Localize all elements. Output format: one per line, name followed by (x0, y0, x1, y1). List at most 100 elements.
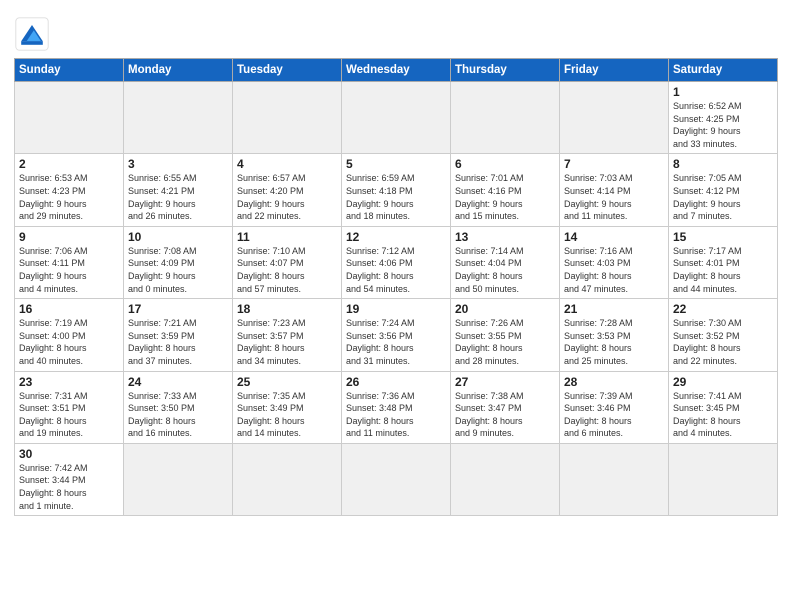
calendar-cell (124, 443, 233, 515)
day-number: 9 (19, 230, 119, 244)
calendar-cell: 7Sunrise: 7:03 AMSunset: 4:14 PMDaylight… (560, 154, 669, 226)
day-info: Sunrise: 7:08 AMSunset: 4:09 PMDaylight:… (128, 245, 228, 295)
calendar-cell: 8Sunrise: 7:05 AMSunset: 4:12 PMDaylight… (669, 154, 778, 226)
calendar-cell: 10Sunrise: 7:08 AMSunset: 4:09 PMDayligh… (124, 226, 233, 298)
calendar-week-5: 30Sunrise: 7:42 AMSunset: 3:44 PMDayligh… (15, 443, 778, 515)
day-number: 25 (237, 375, 337, 389)
day-info: Sunrise: 7:17 AMSunset: 4:01 PMDaylight:… (673, 245, 773, 295)
calendar-cell: 11Sunrise: 7:10 AMSunset: 4:07 PMDayligh… (233, 226, 342, 298)
day-number: 26 (346, 375, 446, 389)
calendar-cell: 13Sunrise: 7:14 AMSunset: 4:04 PMDayligh… (451, 226, 560, 298)
day-number: 27 (455, 375, 555, 389)
calendar-cell: 20Sunrise: 7:26 AMSunset: 3:55 PMDayligh… (451, 299, 560, 371)
day-info: Sunrise: 7:03 AMSunset: 4:14 PMDaylight:… (564, 172, 664, 222)
day-info: Sunrise: 7:12 AMSunset: 4:06 PMDaylight:… (346, 245, 446, 295)
day-info: Sunrise: 6:53 AMSunset: 4:23 PMDaylight:… (19, 172, 119, 222)
calendar-cell: 23Sunrise: 7:31 AMSunset: 3:51 PMDayligh… (15, 371, 124, 443)
weekday-header-wednesday: Wednesday (342, 59, 451, 82)
weekday-header-sunday: Sunday (15, 59, 124, 82)
day-info: Sunrise: 7:24 AMSunset: 3:56 PMDaylight:… (346, 317, 446, 367)
calendar-week-2: 9Sunrise: 7:06 AMSunset: 4:11 PMDaylight… (15, 226, 778, 298)
day-info: Sunrise: 7:42 AMSunset: 3:44 PMDaylight:… (19, 462, 119, 512)
day-number: 5 (346, 157, 446, 171)
calendar-cell: 1Sunrise: 6:52 AMSunset: 4:25 PMDaylight… (669, 82, 778, 154)
calendar-week-0: 1Sunrise: 6:52 AMSunset: 4:25 PMDaylight… (15, 82, 778, 154)
day-number: 12 (346, 230, 446, 244)
day-number: 1 (673, 85, 773, 99)
day-info: Sunrise: 7:16 AMSunset: 4:03 PMDaylight:… (564, 245, 664, 295)
day-number: 24 (128, 375, 228, 389)
calendar-cell (233, 443, 342, 515)
day-number: 2 (19, 157, 119, 171)
calendar-cell: 30Sunrise: 7:42 AMSunset: 3:44 PMDayligh… (15, 443, 124, 515)
day-number: 30 (19, 447, 119, 461)
calendar-cell: 3Sunrise: 6:55 AMSunset: 4:21 PMDaylight… (124, 154, 233, 226)
day-number: 15 (673, 230, 773, 244)
day-info: Sunrise: 7:26 AMSunset: 3:55 PMDaylight:… (455, 317, 555, 367)
calendar-body: 1Sunrise: 6:52 AMSunset: 4:25 PMDaylight… (15, 82, 778, 516)
day-info: Sunrise: 7:05 AMSunset: 4:12 PMDaylight:… (673, 172, 773, 222)
calendar-cell (669, 443, 778, 515)
calendar-cell: 12Sunrise: 7:12 AMSunset: 4:06 PMDayligh… (342, 226, 451, 298)
calendar-cell: 25Sunrise: 7:35 AMSunset: 3:49 PMDayligh… (233, 371, 342, 443)
day-number: 16 (19, 302, 119, 316)
day-info: Sunrise: 6:59 AMSunset: 4:18 PMDaylight:… (346, 172, 446, 222)
page: SundayMondayTuesdayWednesdayThursdayFrid… (0, 0, 792, 612)
calendar-cell (15, 82, 124, 154)
calendar-cell (560, 82, 669, 154)
calendar-cell: 15Sunrise: 7:17 AMSunset: 4:01 PMDayligh… (669, 226, 778, 298)
calendar-cell: 6Sunrise: 7:01 AMSunset: 4:16 PMDaylight… (451, 154, 560, 226)
calendar-cell: 26Sunrise: 7:36 AMSunset: 3:48 PMDayligh… (342, 371, 451, 443)
day-number: 28 (564, 375, 664, 389)
weekday-header-saturday: Saturday (669, 59, 778, 82)
calendar-cell: 21Sunrise: 7:28 AMSunset: 3:53 PMDayligh… (560, 299, 669, 371)
logo (14, 16, 54, 52)
day-info: Sunrise: 7:31 AMSunset: 3:51 PMDaylight:… (19, 390, 119, 440)
day-number: 21 (564, 302, 664, 316)
calendar-cell: 22Sunrise: 7:30 AMSunset: 3:52 PMDayligh… (669, 299, 778, 371)
calendar-cell: 5Sunrise: 6:59 AMSunset: 4:18 PMDaylight… (342, 154, 451, 226)
day-number: 17 (128, 302, 228, 316)
calendar-cell: 28Sunrise: 7:39 AMSunset: 3:46 PMDayligh… (560, 371, 669, 443)
day-info: Sunrise: 7:19 AMSunset: 4:00 PMDaylight:… (19, 317, 119, 367)
calendar-cell: 17Sunrise: 7:21 AMSunset: 3:59 PMDayligh… (124, 299, 233, 371)
day-info: Sunrise: 7:38 AMSunset: 3:47 PMDaylight:… (455, 390, 555, 440)
day-info: Sunrise: 7:41 AMSunset: 3:45 PMDaylight:… (673, 390, 773, 440)
day-info: Sunrise: 6:57 AMSunset: 4:20 PMDaylight:… (237, 172, 337, 222)
day-info: Sunrise: 7:39 AMSunset: 3:46 PMDaylight:… (564, 390, 664, 440)
weekday-header-thursday: Thursday (451, 59, 560, 82)
calendar-cell: 24Sunrise: 7:33 AMSunset: 3:50 PMDayligh… (124, 371, 233, 443)
day-number: 19 (346, 302, 446, 316)
calendar-cell (451, 82, 560, 154)
weekday-header-monday: Monday (124, 59, 233, 82)
day-info: Sunrise: 7:30 AMSunset: 3:52 PMDaylight:… (673, 317, 773, 367)
day-number: 3 (128, 157, 228, 171)
day-info: Sunrise: 7:21 AMSunset: 3:59 PMDaylight:… (128, 317, 228, 367)
day-number: 14 (564, 230, 664, 244)
day-info: Sunrise: 7:33 AMSunset: 3:50 PMDaylight:… (128, 390, 228, 440)
day-info: Sunrise: 7:36 AMSunset: 3:48 PMDaylight:… (346, 390, 446, 440)
calendar-cell (342, 82, 451, 154)
weekday-header-row: SundayMondayTuesdayWednesdayThursdayFrid… (15, 59, 778, 82)
weekday-header-friday: Friday (560, 59, 669, 82)
calendar-cell: 29Sunrise: 7:41 AMSunset: 3:45 PMDayligh… (669, 371, 778, 443)
day-info: Sunrise: 6:55 AMSunset: 4:21 PMDaylight:… (128, 172, 228, 222)
day-number: 11 (237, 230, 337, 244)
calendar-cell (560, 443, 669, 515)
day-number: 8 (673, 157, 773, 171)
header (14, 10, 778, 52)
day-number: 7 (564, 157, 664, 171)
day-number: 6 (455, 157, 555, 171)
logo-icon (14, 16, 50, 52)
calendar-cell: 2Sunrise: 6:53 AMSunset: 4:23 PMDaylight… (15, 154, 124, 226)
calendar-week-4: 23Sunrise: 7:31 AMSunset: 3:51 PMDayligh… (15, 371, 778, 443)
calendar-cell: 19Sunrise: 7:24 AMSunset: 3:56 PMDayligh… (342, 299, 451, 371)
calendar-cell: 4Sunrise: 6:57 AMSunset: 4:20 PMDaylight… (233, 154, 342, 226)
calendar-cell (451, 443, 560, 515)
weekday-header-tuesday: Tuesday (233, 59, 342, 82)
calendar-week-3: 16Sunrise: 7:19 AMSunset: 4:00 PMDayligh… (15, 299, 778, 371)
calendar-cell (124, 82, 233, 154)
calendar-week-1: 2Sunrise: 6:53 AMSunset: 4:23 PMDaylight… (15, 154, 778, 226)
calendar-cell: 27Sunrise: 7:38 AMSunset: 3:47 PMDayligh… (451, 371, 560, 443)
calendar-cell: 16Sunrise: 7:19 AMSunset: 4:00 PMDayligh… (15, 299, 124, 371)
